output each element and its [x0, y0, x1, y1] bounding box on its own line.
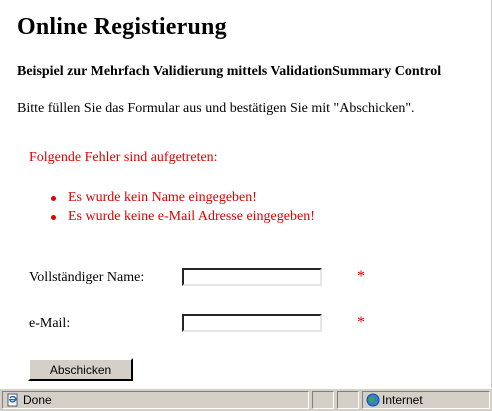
ie-page-icon [7, 393, 18, 407]
status-pane-progress [312, 391, 334, 409]
error-text: Es wurde keine e-Mail Adresse eingegeben… [68, 209, 315, 224]
intro-text: Bitte füllen Sie das Formular aus und be… [17, 101, 415, 116]
globe-icon [366, 393, 380, 407]
status-text: Done [23, 393, 52, 407]
name-field[interactable] [182, 268, 322, 286]
email-label: e-Mail: [29, 316, 71, 331]
name-required-marker: * [357, 268, 365, 285]
zone-text: Internet [382, 393, 423, 407]
error-item: Es wurde kein Name eingegeben! [51, 190, 371, 209]
status-bar: Done Internet [0, 388, 492, 411]
email-field[interactable] [182, 314, 322, 332]
browser-content: Online Registierung Beispiel zur Mehrfac… [0, 0, 492, 388]
error-text: Es wurde kein Name eingegeben! [68, 190, 257, 205]
validation-summary-header: Folgende Fehler sind aufgetreten: [29, 150, 218, 165]
status-pane-security [337, 391, 359, 409]
status-pane: Done [2, 391, 309, 409]
page-subtitle: Beispiel zur Mehrfach Validierung mittel… [17, 64, 442, 79]
bullet-icon [51, 215, 56, 220]
zone-pane: Internet [362, 391, 490, 409]
error-list: Es wurde kein Name eingegeben! Es wurde … [51, 190, 371, 228]
bullet-icon [51, 196, 56, 201]
submit-button[interactable]: Abschicken [28, 358, 133, 381]
email-required-marker: * [357, 314, 365, 331]
error-item: Es wurde keine e-Mail Adresse eingegeben… [51, 209, 371, 228]
name-label: Vollständiger Name: [29, 270, 145, 285]
validation-summary: Folgende Fehler sind aufgetreten: Es wur… [29, 150, 315, 224]
page-title: Online Registierung [17, 14, 227, 40]
